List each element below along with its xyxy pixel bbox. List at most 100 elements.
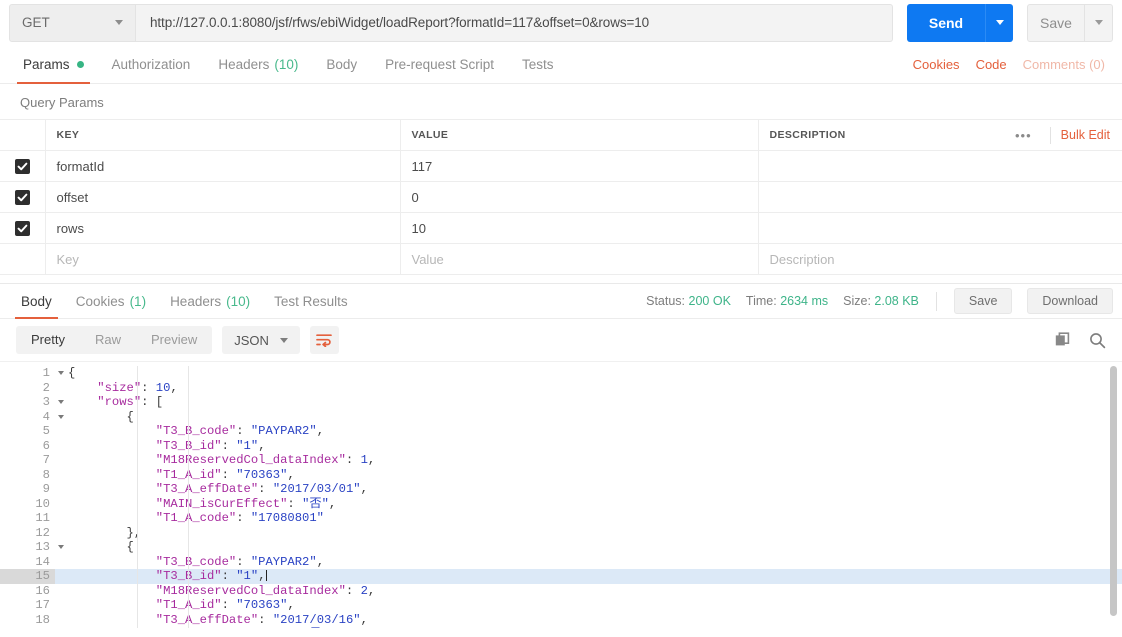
row-value-cell[interactable]: 0	[400, 181, 759, 213]
line-number: 11	[35, 511, 50, 525]
row-description-cell[interactable]	[758, 212, 1122, 244]
code-line[interactable]: "M18ReservedCol_dataIndex": 2,	[68, 584, 1122, 599]
tab-authorization[interactable]: Authorization	[98, 45, 205, 83]
bulk-edit-button[interactable]: Bulk Edit	[1061, 128, 1110, 142]
line-number: 9	[42, 482, 50, 496]
view-mode-pretty[interactable]: Pretty	[16, 326, 80, 354]
url-input[interactable]: http://127.0.0.1:8080/jsf/rfws/ebiWidget…	[136, 3, 893, 42]
tab-body[interactable]: Body	[312, 45, 371, 83]
tab-params[interactable]: Params	[9, 45, 98, 84]
code-token: ,	[287, 598, 295, 612]
code-line[interactable]: {	[68, 410, 1122, 425]
view-mode-raw[interactable]: Raw	[80, 326, 136, 354]
response-tab-body[interactable]: Body	[9, 284, 64, 319]
send-options-button[interactable]	[985, 3, 1013, 42]
more-options-icon[interactable]: •••	[1007, 128, 1040, 143]
code-line[interactable]: "T3_B_code": "PAYPAR2",	[68, 424, 1122, 439]
code-token: : [	[141, 395, 164, 409]
empty-row-key-cell[interactable]: Key	[45, 243, 401, 275]
response-tab-cookies[interactable]: Cookies (1)	[64, 284, 158, 318]
word-wrap-toggle[interactable]	[309, 326, 339, 354]
code-token: :	[221, 569, 237, 583]
code-line[interactable]: "T3_A_effDate": "2017/03/01",	[68, 482, 1122, 497]
code-line[interactable]: "T3_B_id": "1",	[55, 569, 1122, 584]
code-line[interactable]: {	[68, 366, 1122, 381]
json-code-editor[interactable]: 12345678910111213141516171819 { "size": …	[0, 362, 1122, 628]
response-format-select[interactable]: JSON	[222, 326, 300, 354]
response-tab-headers[interactable]: Headers (10)	[158, 284, 262, 318]
code-line[interactable]: {	[68, 540, 1122, 555]
code-token: :	[221, 438, 237, 453]
row-value-value: 10	[411, 220, 426, 236]
code-line[interactable]: "T3_A_effDate": "2017/03/16",	[68, 613, 1122, 628]
row-key-cell[interactable]: offset	[45, 181, 401, 213]
empty-row-description-placeholder: Description	[769, 251, 835, 267]
line-number: 17	[35, 598, 50, 612]
save-response-button[interactable]: Save	[953, 288, 1013, 314]
response-tab-test-results[interactable]: Test Results	[262, 284, 360, 318]
code-token: "size"	[97, 380, 142, 395]
row-value-cell[interactable]: 10	[400, 212, 759, 244]
response-body-viewer[interactable]: 12345678910111213141516171819 { "size": …	[0, 361, 1122, 628]
tab-pre-request-script[interactable]: Pre-request Script	[371, 45, 508, 83]
code-token: :	[221, 598, 237, 612]
code-token: "M18ReservedCol_dataIndex"	[155, 583, 346, 598]
code-line[interactable]: "T1_A_id": "70363",	[68, 468, 1122, 483]
line-number: 3	[0, 395, 64, 410]
cookies-link[interactable]: Cookies	[905, 57, 968, 72]
code-token: :	[345, 583, 361, 598]
code-line[interactable]: "rows": [	[68, 395, 1122, 410]
tab-tests[interactable]: Tests	[508, 45, 568, 83]
tab-headers[interactable]: Headers (10)	[204, 45, 312, 83]
code-link[interactable]: Code	[968, 57, 1015, 72]
row-value-value: 0	[411, 189, 419, 205]
save-options-button[interactable]	[1085, 3, 1113, 42]
empty-row-description-cell[interactable]: Description	[758, 243, 1122, 275]
code-token: "PAYPAR2"	[250, 424, 317, 438]
tab-headers-count: (10)	[274, 56, 299, 72]
url-text: http://127.0.0.1:8080/jsf/rfws/ebiWidget…	[150, 15, 650, 30]
table-row: rows 10	[0, 212, 1122, 244]
code-token: ,	[170, 380, 178, 395]
line-number: 10	[35, 496, 50, 511]
code-line[interactable]: "MAIN_isCurEffect": "是",	[68, 627, 1122, 628]
download-response-button[interactable]: Download	[1027, 288, 1113, 314]
copy-button[interactable]	[1055, 331, 1072, 349]
row-checkbox[interactable]	[14, 220, 30, 236]
http-method-label: GET	[22, 15, 50, 30]
row-checkbox-cell	[0, 150, 46, 182]
row-checkbox[interactable]	[14, 158, 30, 174]
comments-link[interactable]: Comments (0)	[1015, 57, 1113, 72]
response-tab-bar: Body Cookies (1) Headers (10) Test Resul…	[0, 283, 1122, 319]
row-key-cell[interactable]: formatId	[45, 150, 401, 182]
code-lines[interactable]: { "size": 10, "rows": [ { "T3_B_code": "…	[55, 366, 1122, 628]
code-line[interactable]: },	[68, 526, 1122, 541]
response-body-scrollbar[interactable]	[1110, 366, 1117, 616]
row-value-value: 117	[411, 158, 433, 174]
code-token: ,	[258, 569, 266, 583]
search-button[interactable]	[1089, 332, 1106, 349]
row-description-cell[interactable]	[758, 181, 1122, 213]
line-number-gutter: 12345678910111213141516171819	[0, 366, 64, 628]
code-line[interactable]: "MAIN_isCurEffect": "否",	[68, 497, 1122, 512]
copy-icon	[1055, 331, 1070, 345]
empty-row-value-cell[interactable]: Value	[400, 243, 759, 275]
row-description-cell[interactable]	[758, 150, 1122, 182]
code-line[interactable]: "T1_A_id": "70363",	[68, 598, 1122, 613]
send-button[interactable]: Send	[907, 3, 985, 42]
row-key-cell[interactable]: rows	[45, 212, 401, 244]
http-method-select[interactable]: GET	[9, 3, 136, 42]
code-token: :	[258, 482, 273, 496]
view-mode-preview[interactable]: Preview	[136, 326, 212, 354]
code-token: ,	[328, 496, 337, 511]
code-line[interactable]: "T3_B_id": "1",	[68, 439, 1122, 454]
row-checkbox[interactable]	[14, 189, 30, 205]
code-line[interactable]: "M18ReservedCol_dataIndex": 1,	[68, 453, 1122, 468]
request-tab-links: Cookies Code Comments (0)	[905, 45, 1113, 83]
code-token: {	[126, 409, 134, 424]
code-line[interactable]: "T1_A_code": "17080801"	[68, 511, 1122, 526]
save-request-button[interactable]: Save	[1027, 3, 1085, 42]
code-line[interactable]: "size": 10,	[68, 381, 1122, 396]
row-value-cell[interactable]: 117	[400, 150, 759, 182]
code-line[interactable]: "T3_B_code": "PAYPAR2",	[68, 555, 1122, 570]
